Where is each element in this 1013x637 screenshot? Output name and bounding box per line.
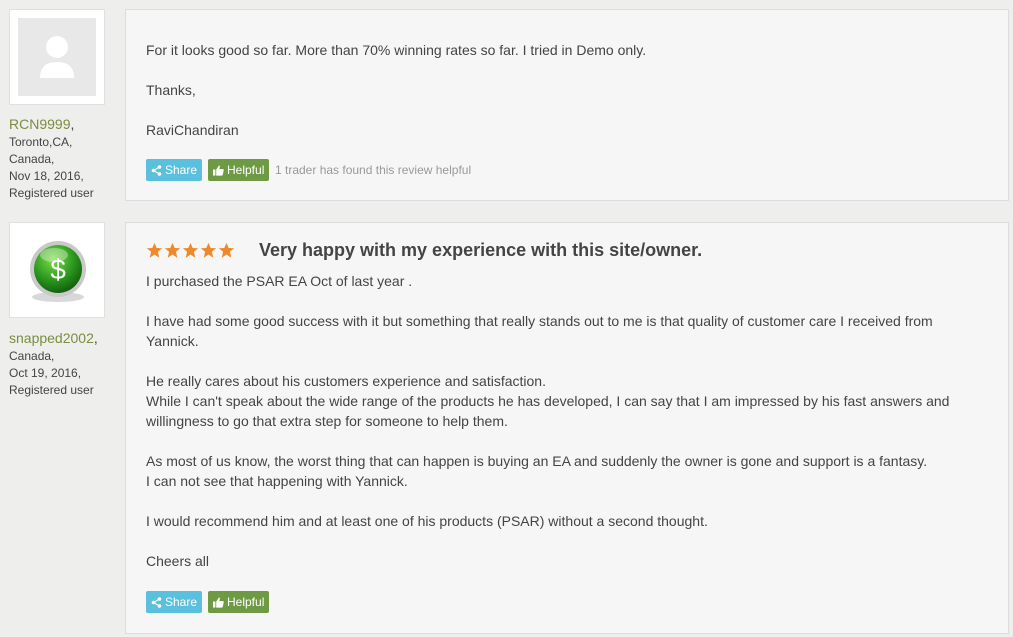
review-paragraph: As most of us know, the worst thing that… <box>146 453 928 489</box>
user-role: Registered user <box>9 186 94 200</box>
person-icon <box>40 36 74 78</box>
share-button[interactable]: Share <box>146 159 203 181</box>
star-icon <box>164 242 181 258</box>
share-label: Share <box>165 163 198 177</box>
review-date: Oct 19, 2016, <box>9 366 82 380</box>
star-icon <box>218 242 235 258</box>
username-link[interactable]: snapped2002 <box>9 330 94 346</box>
svg-text:$: $ <box>50 254 66 285</box>
review-header: Very happy with my experience with this … <box>146 240 702 261</box>
share-label: Share <box>165 595 198 609</box>
review-paragraph: Cheers all <box>146 553 210 569</box>
review-paragraph: I would recommend him and at least one o… <box>146 513 708 529</box>
helpful-button[interactable]: Helpful <box>208 159 270 181</box>
share-button[interactable]: Share <box>146 591 203 613</box>
review-paragraph: For it looks good so far. More than 70% … <box>146 42 647 58</box>
avatar[interactable]: $ <box>9 222 105 318</box>
review-paragraph: Thanks, <box>146 82 196 98</box>
user-country: Canada, <box>9 152 55 166</box>
review-paragraph: I have had some good success with it but… <box>146 313 933 349</box>
helpful-label: Helpful <box>227 163 265 177</box>
username-link[interactable]: RCN9999 <box>9 116 70 132</box>
user-info: RCN9999, Toronto,CA, Canada, Nov 18, 201… <box>9 116 121 202</box>
star-icon <box>182 242 199 258</box>
star-icon <box>146 242 163 258</box>
thumbs-up-icon <box>213 165 224 176</box>
review-date: Nov 18, 2016, <box>9 169 84 183</box>
review-paragraph: He really cares about his customers expe… <box>146 373 950 429</box>
review-paragraph: I purchased the PSAR EA Oct of last year… <box>146 273 413 289</box>
star-rating <box>146 242 235 259</box>
dollar-icon: $ <box>30 241 86 302</box>
helpful-count: 1 trader has found this review helpful <box>275 163 472 177</box>
user-location: Toronto,CA, <box>9 135 73 149</box>
review-title: Very happy with my experience with this … <box>259 240 703 260</box>
thumbs-up-icon <box>213 597 224 608</box>
review-card: Very happy with my experience with this … <box>125 222 1009 634</box>
star-icon <box>200 242 217 258</box>
share-icon <box>151 164 162 176</box>
helpful-button[interactable]: Helpful <box>208 591 270 613</box>
avatar[interactable] <box>9 9 105 105</box>
review-paragraph: RaviChandiran <box>146 122 239 138</box>
avatar-placeholder <box>18 18 96 96</box>
user-info: snapped2002, Canada, Oct 19, 2016, Regis… <box>9 330 121 399</box>
share-icon <box>151 596 162 608</box>
helpful-label: Helpful <box>227 595 265 609</box>
user-role: Registered user <box>9 383 94 397</box>
user-country: Canada, <box>9 349 55 363</box>
review-card: For it looks good so far. More than 70% … <box>125 9 1009 201</box>
